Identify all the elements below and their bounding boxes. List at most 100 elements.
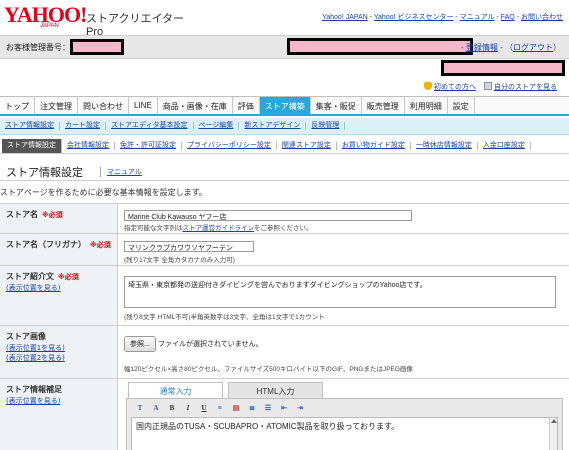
tab-orders[interactable]: 注文管理 [35, 97, 78, 114]
align-icon[interactable]: ≡ [215, 404, 225, 412]
editor-content: 国内正規品のTUSA・SCUBAPRO・ATOMIC製品を取り扱っております。 [136, 422, 400, 431]
store-intro-textarea[interactable]: 埼玉県・東京都発の送迎付きダイビングを営んでおりますダイビングショップのYaho… [124, 276, 556, 308]
tab-normal-input[interactable]: 通常入力 [128, 382, 223, 398]
page-description: ストアページを作るために必要な基本情報を設定します。 [0, 188, 207, 197]
bold-icon[interactable]: B [167, 404, 177, 412]
store-kana-label-cell: ストア名（フリガナ） ※必須 [0, 234, 118, 265]
redacted-store-name [287, 38, 473, 55]
subnav-new-design[interactable]: 新ストアデザイン [239, 122, 307, 130]
image-position-1-link[interactable]: (表示位置1を見る) [6, 343, 117, 353]
link-contact[interactable]: お問い合わせ [521, 14, 563, 21]
page-header: ストア情報設定 マニュアル [0, 161, 569, 181]
store-intro-position-link[interactable]: (表示位置を見る) [6, 283, 117, 293]
numbered-list-icon[interactable]: ☰ [263, 404, 273, 412]
store-kana-note: (残り17文字 全角カタカナのみ入力可) [124, 257, 235, 264]
store-info-subnav: ストア情報設定 会社情報設定 免許・許可証設定 プライバシーポリシー設定 関連ス… [0, 138, 569, 154]
scroll-up-icon[interactable] [551, 419, 557, 423]
store-extra-label-cell: ストア情報補足 (表示位置を見る) [0, 379, 118, 450]
store-extra-position-link[interactable]: (表示位置を見る) [6, 396, 117, 406]
row-store-intro: ストア紹介文 ※必須 (表示位置を見る) 埼玉県・東京都発の送迎付きダイビングを営… [0, 266, 569, 326]
account-info-link[interactable]: 登録情報 [466, 43, 498, 52]
store-kana-label: ストア名（フリガナ） [6, 240, 86, 249]
subnav-cart[interactable]: カート設定 [60, 122, 106, 130]
subnav2-company[interactable]: 会社情報設定 [62, 141, 115, 150]
subnav2-privacy[interactable]: プライバシーポリシー設定 [182, 141, 277, 150]
subnav-publish[interactable]: 反映管理 [306, 122, 346, 130]
font-color-icon[interactable]: A [151, 404, 161, 412]
account-number-label: お客様管理番号： [6, 43, 70, 52]
store-kana-input[interactable]: マリンクラブカワウソヤフーテン [124, 241, 254, 252]
image-position-2-link[interactable]: (表示位置2を見る) [6, 353, 117, 363]
manual-link[interactable]: マニュアル [100, 167, 142, 177]
beginner-link[interactable]: 初めての方へ [434, 84, 476, 91]
underline-icon[interactable]: U [199, 404, 209, 412]
outdent-icon[interactable]: ⇤ [279, 404, 289, 412]
subnav2-store-info[interactable]: ストア情報設定 [2, 138, 62, 153]
tab-settings[interactable]: 設定 [448, 97, 475, 114]
row-store-info-extra: ストア情報補足 (表示位置を見る) 通常入力 HTML入力 T A B I U … [0, 379, 569, 450]
redacted-account-number [70, 39, 124, 55]
indent-icon[interactable]: ⇥ [295, 404, 305, 412]
store-name-note: 指定可能な文字列はストア運営ガイドラインをご参照ください。 [124, 225, 313, 232]
store-intro-label: ストア紹介文 [6, 272, 54, 281]
subnav-store-info[interactable]: ストア情報設定 [0, 122, 60, 130]
store-image-note: 幅120ピクセル×高さ80ピクセル、ファイルサイズ500キロバイト以下のGIF、… [124, 366, 413, 373]
tab-line[interactable]: LINE [129, 97, 158, 114]
store-kana-cell: マリンクラブカワウソヤフーテン (残り17文字 全角カタカナのみ入力可) [124, 234, 563, 265]
editor-tabs: 通常入力 HTML入力 [128, 382, 323, 398]
store-intro-note: (残り8文字 HTML不可)半角英数字は3文字、全角は1文字で1カウント [124, 314, 325, 321]
page-title: ストア情報設定 [6, 167, 83, 179]
logout-link[interactable]: ログアウト [513, 43, 553, 52]
tab-top[interactable]: トップ [0, 97, 35, 114]
top-links: Yahoo! JAPAN - Yahoo! ビジネスセンター - マニュアル -… [322, 14, 563, 21]
subnav2-license[interactable]: 免許・許可証設定 [115, 141, 182, 150]
subnav2-shopping-guide[interactable]: お買い物ガイド設定 [337, 141, 411, 150]
editor-toolbar: T A B I U ≡ ▤ ≣ ☰ ⇤ ⇥ [135, 402, 305, 414]
link-yahoo-japan[interactable]: Yahoo! JAPAN [322, 14, 368, 21]
tab-inquiries[interactable]: 問い合わせ [78, 97, 129, 114]
tab-sales[interactable]: 販売管理 [362, 97, 405, 114]
store-intro-label-cell: ストア紹介文 ※必須 (表示位置を見る) [0, 266, 118, 325]
row-store-name-kana: ストア名（フリガナ） ※必須 マリンクラブカワウソヤフーテン (残り17文字 全角… [0, 234, 569, 266]
browse-button[interactable]: 参照... [124, 336, 156, 352]
editor-scrollbar[interactable] [549, 418, 557, 450]
redacted-store-id [441, 60, 565, 76]
subnav2-related-stores[interactable]: 関連ストア設定 [277, 141, 337, 150]
editor-content-area[interactable]: 国内正規品のTUSA・SCUBAPRO・ATOMIC製品を取り扱っております。 [131, 417, 558, 450]
store-name-label: ストア名 [6, 210, 38, 219]
account-bar: お客様管理番号： - 登録情報 - （ログアウト） [0, 35, 569, 59]
font-size-icon[interactable]: T [135, 404, 145, 412]
rich-text-editor: T A B I U ≡ ▤ ≣ ☰ ⇤ ⇥ 国内正規品のTUSA・SCUBAPR… [126, 398, 563, 450]
tab-reviews[interactable]: 評価 [233, 97, 260, 114]
store-info-form: ストア名 ※必須 Marine Club Kawauso ヤフー店 指定可能な文字… [0, 203, 569, 450]
store-name-input[interactable]: Marine Club Kawauso ヤフー店 [124, 210, 412, 221]
subnav-store-editor[interactable]: ストアエディタ基本設定 [106, 122, 194, 130]
tab-billing[interactable]: 利用明細 [405, 97, 448, 114]
required-badge: ※必須 [90, 241, 111, 249]
subnav2-deposit-account[interactable]: 入金口座設定 [478, 141, 531, 150]
my-store-link[interactable]: 自分のストアを見る [494, 84, 557, 91]
link-business-center[interactable]: Yahoo! ビジネスセンター [374, 14, 454, 21]
account-links: - 登録情報 - （ログアウト） [461, 43, 561, 52]
subnav-page-edit[interactable]: ページ編集 [194, 122, 240, 130]
store-extra-label: ストア情報補足 [6, 385, 62, 394]
link-manual[interactable]: マニュアル [460, 14, 495, 21]
image-insert-icon[interactable]: ▤ [231, 404, 241, 412]
help-links: 初めての方へ 自分のストアを見る [424, 82, 563, 92]
list-icon[interactable]: ≣ [247, 404, 257, 412]
tab-html-input[interactable]: HTML入力 [228, 382, 323, 398]
store-image-cell: 参照... ファイルが選択されていません。 幅120ピクセル×高さ80ピクセル、… [124, 326, 563, 378]
store-build-subnav: ストア情報設定 カート設定 ストアエディタ基本設定 ページ編集 新ストアデザイン… [0, 118, 569, 135]
store-name-cell: Marine Club Kawauso ヤフー店 指定可能な文字列はストア運営ガ… [124, 204, 563, 233]
store-image-label: ストア画像 [6, 332, 46, 341]
yahoo-logo[interactable]: YAHOO! JAPAN ストアクリエイターPro [4, 4, 194, 39]
file-status: ファイルが選択されていません。 [158, 341, 263, 348]
link-faq[interactable]: FAQ [501, 14, 515, 21]
tab-products[interactable]: 商品・画像・在庫 [158, 97, 233, 114]
guideline-link[interactable]: ストア運営ガイドライン [183, 225, 255, 232]
subnav2-temp-closure[interactable]: 一時休店情報設定 [411, 141, 478, 150]
tab-marketing[interactable]: 集客・販促 [311, 97, 362, 114]
required-badge: ※必須 [58, 273, 79, 281]
italic-icon[interactable]: I [183, 404, 193, 412]
tab-store-build[interactable]: ストア構築 [259, 97, 311, 114]
